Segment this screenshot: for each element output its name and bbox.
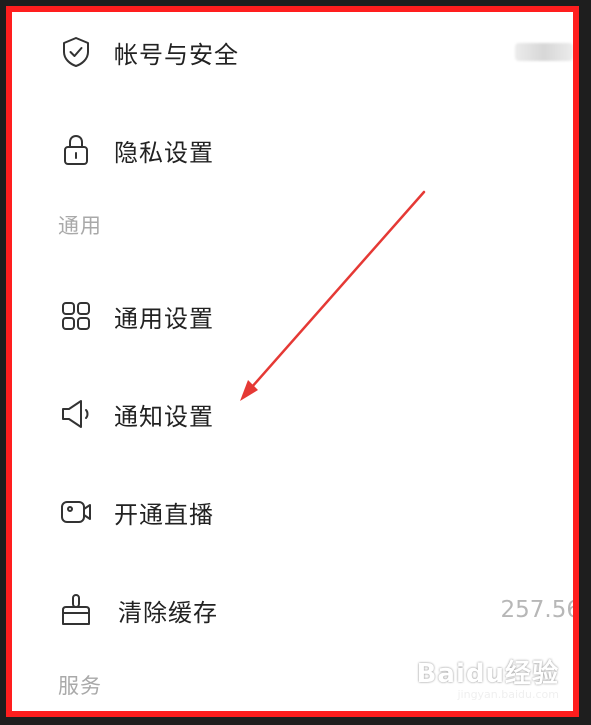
screenshot-frame: 帐号与安全 隐私设置 通用 通用设置 通知设置 开通直播 清除缓存 257.56… [6,6,579,717]
settings-list: 帐号与安全 隐私设置 通用 通用设置 通知设置 开通直播 清除缓存 257.56… [12,12,573,711]
watermark-brand: Baidu经验 [416,659,559,689]
watermark: Baidu经验 jingyan.baidu.com [417,653,559,701]
annotation-arrow [240,190,426,401]
